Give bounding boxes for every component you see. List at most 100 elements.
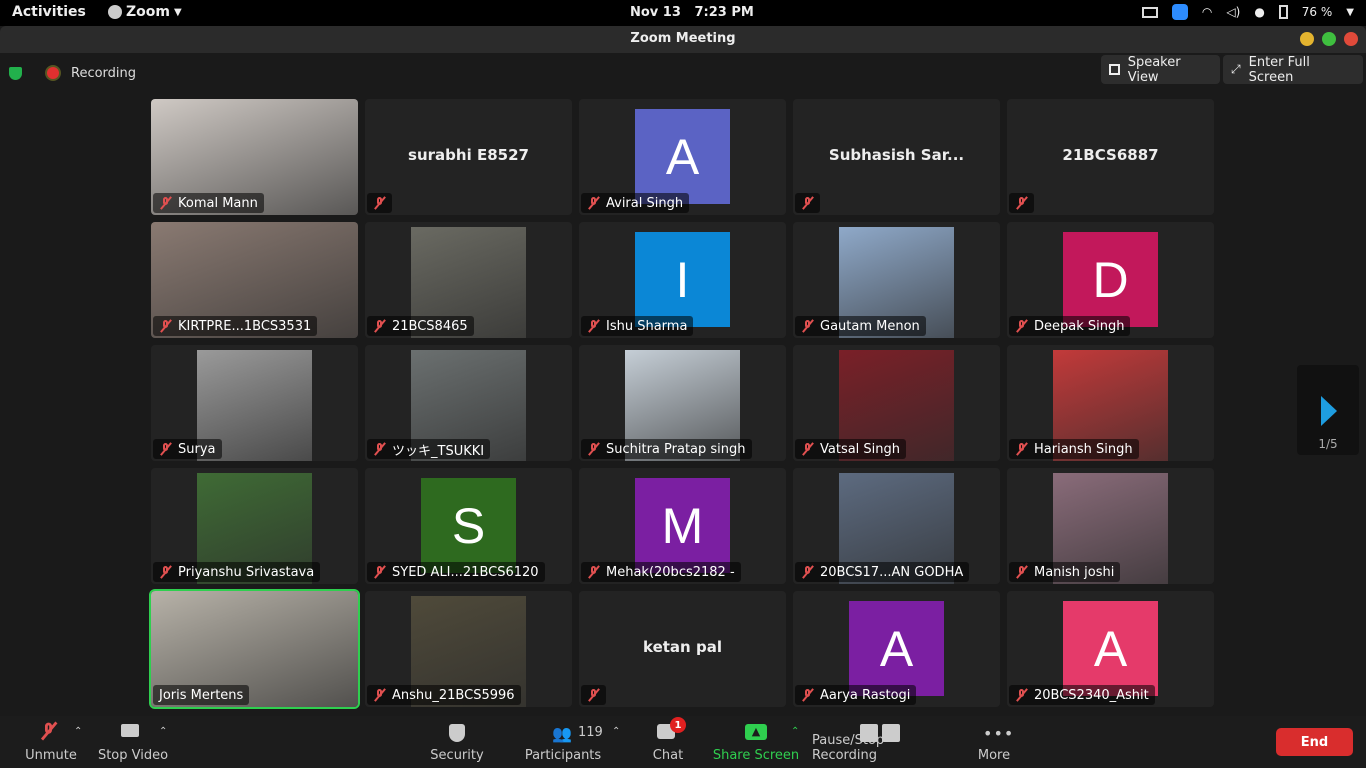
participant-tile[interactable]: ketan pal <box>579 591 786 707</box>
participant-name-tag: SYED ALI...21BCS6120 <box>367 562 545 582</box>
page-indicator: 1/5 <box>1318 437 1338 451</box>
participant-tile[interactable]: Suchitra Pratap singh <box>579 345 786 461</box>
participant-tile[interactable]: M Mehak(20bcs2182 - <box>579 468 786 584</box>
more-button[interactable]: ••• More <box>974 716 1014 768</box>
participant-tile[interactable]: S SYED ALI...21BCS6120 <box>365 468 572 584</box>
close-button[interactable] <box>1344 32 1358 46</box>
microphone-muted-icon <box>159 196 172 210</box>
microphone-muted-icon <box>42 722 55 742</box>
participant-name: Suchitra Pratap singh <box>606 441 746 457</box>
avatar-initial: A <box>1063 601 1158 696</box>
microphone-muted-icon <box>801 565 814 579</box>
participant-tile[interactable]: Hariansh Singh <box>1007 345 1214 461</box>
microphone-muted-icon <box>801 442 814 456</box>
zoom-app-icon <box>108 5 122 19</box>
share-screen-button[interactable]: ▲ Share Screen <box>712 716 800 768</box>
participant-name-tag: KIRTPRE...1BCS3531 <box>153 316 318 336</box>
participant-name-tag: Gautam Menon <box>795 316 926 336</box>
security-button[interactable]: Security <box>428 716 486 768</box>
enter-full-screen-button[interactable]: ⤢ Enter Full Screen <box>1223 55 1363 85</box>
participant-tile[interactable]: ツッキ_TSUKKI <box>365 345 572 461</box>
avatar-initial: S <box>421 478 516 573</box>
participant-name: Joris Mertens <box>159 687 244 703</box>
participant-tile[interactable]: Gautam Menon <box>793 222 1000 338</box>
participant-name-tag: ツッキ_TSUKKI <box>367 439 491 459</box>
participant-tile[interactable]: Joris Mertens <box>149 589 360 709</box>
chat-button[interactable]: 1 Chat <box>648 716 688 768</box>
participant-name-tag: Komal Mann <box>153 193 264 213</box>
participant-name-tag: 20BCS2340_Ashit <box>1009 685 1155 705</box>
video-options-caret-icon[interactable]: ⌃ <box>159 726 167 737</box>
participant-name: Manish joshi <box>1034 564 1115 580</box>
participant-tile[interactable]: Komal Mann <box>151 99 358 215</box>
encryption-shield-icon[interactable] <box>9 67 22 80</box>
meeting-toolbar: Unmute ⌃ Stop Video ⌃ Security 👥 119 Par… <box>0 716 1366 768</box>
participant-tile[interactable]: 21BCS6887 <box>1007 99 1214 215</box>
participant-tile[interactable]: Surya <box>151 345 358 461</box>
participant-name: Hariansh Singh <box>1034 441 1133 457</box>
app-menu[interactable]: Zoom ▼ <box>108 4 182 20</box>
activities-button[interactable]: Activities <box>12 4 86 20</box>
share-options-caret-icon[interactable]: ⌃ <box>791 726 799 737</box>
participant-tile[interactable]: I Ishu Sharma <box>579 222 786 338</box>
participant-name: Anshu_21BCS5996 <box>392 687 515 703</box>
participant-name-tag: Vatsal Singh <box>795 439 907 459</box>
participant-name: Deepak Singh <box>1034 318 1125 334</box>
participant-name-tag: Aarya Rastogi <box>795 685 917 705</box>
microphone-muted-icon <box>373 688 386 702</box>
chat-unread-badge: 1 <box>670 717 686 733</box>
next-page-button[interactable]: 1/5 <box>1297 365 1359 455</box>
participant-display-name: Subhasish Sar... <box>828 146 965 164</box>
unmute-button[interactable]: Unmute <box>22 716 80 768</box>
microphone-icon: ● <box>1254 5 1265 19</box>
stop-icon <box>882 724 900 742</box>
participant-tile[interactable]: Manish joshi <box>1007 468 1214 584</box>
participant-name: Aarya Rastogi <box>820 687 911 703</box>
participant-tile[interactable]: D Deepak Singh <box>1007 222 1214 338</box>
system-tray[interactable]: ◠ ◁) ● 76 % ▼ <box>1141 4 1354 20</box>
pause-stop-recording-button[interactable]: Pause/Stop Recording <box>812 716 950 768</box>
window-title-bar: Zoom Meeting <box>0 26 1366 53</box>
participant-tile[interactable]: A Aviral Singh <box>579 99 786 215</box>
participant-tile[interactable]: Anshu_21BCS5996 <box>365 591 572 707</box>
participants-caret-icon[interactable]: ⌃ <box>612 726 620 737</box>
participant-name: 21BCS8465 <box>392 318 468 334</box>
meeting-header: Recording Speaker View ⤢ Enter Full Scre… <box>0 53 1366 93</box>
participant-tile[interactable]: A Aarya Rastogi <box>793 591 1000 707</box>
recording-label: Recording <box>71 66 137 81</box>
microphone-muted-icon <box>801 319 814 333</box>
participant-tile[interactable]: 20BCS17...AN GODHA <box>793 468 1000 584</box>
participant-name-tag: Deepak Singh <box>1009 316 1131 336</box>
participant-tile[interactable]: Priyanshu Srivastava <box>151 468 358 584</box>
participant-tile[interactable]: Vatsal Singh <box>793 345 1000 461</box>
participant-tile[interactable]: 21BCS8465 <box>365 222 572 338</box>
chevron-right-icon <box>1321 396 1337 426</box>
participant-tile[interactable]: KIRTPRE...1BCS3531 <box>151 222 358 338</box>
participant-name-tag: Hariansh Singh <box>1009 439 1139 459</box>
audio-options-caret-icon[interactable]: ⌃ <box>74 726 82 737</box>
maximize-button[interactable] <box>1322 32 1336 46</box>
participant-tile[interactable]: Subhasish Sar... <box>793 99 1000 215</box>
minimize-button[interactable] <box>1300 32 1314 46</box>
speaker-view-button[interactable]: Speaker View <box>1101 55 1220 85</box>
participant-name: 20BCS2340_Ashit <box>1034 687 1149 703</box>
microphone-muted-icon <box>1015 319 1028 333</box>
clock[interactable]: Nov 13 7:23 PM <box>630 5 754 20</box>
participant-name-tag: Suchitra Pratap singh <box>581 439 752 459</box>
app-menu-label: Zoom <box>126 4 170 20</box>
end-meeting-button[interactable]: End <box>1276 728 1353 756</box>
stop-video-button[interactable]: Stop Video <box>96 716 170 768</box>
zoom-tray-icon <box>1171 4 1188 20</box>
participants-button[interactable]: 👥 119 Participants <box>522 716 604 768</box>
chevron-down-icon: ▼ <box>173 6 182 18</box>
participant-tile[interactable]: A 20BCS2340_Ashit <box>1007 591 1214 707</box>
participant-name: Gautam Menon <box>820 318 920 334</box>
participant-display-name: 21BCS6887 <box>1062 146 1159 164</box>
participant-name-tag: 21BCS8465 <box>367 316 474 336</box>
participant-tile[interactable]: surabhi E8527 <box>365 99 572 215</box>
microphone-muted-icon <box>373 319 386 333</box>
microphone-muted-icon <box>1015 688 1028 702</box>
participant-name: 20BCS17...AN GODHA <box>820 564 964 580</box>
participant-name: Komal Mann <box>178 195 258 211</box>
window-title: Zoom Meeting <box>630 31 736 46</box>
